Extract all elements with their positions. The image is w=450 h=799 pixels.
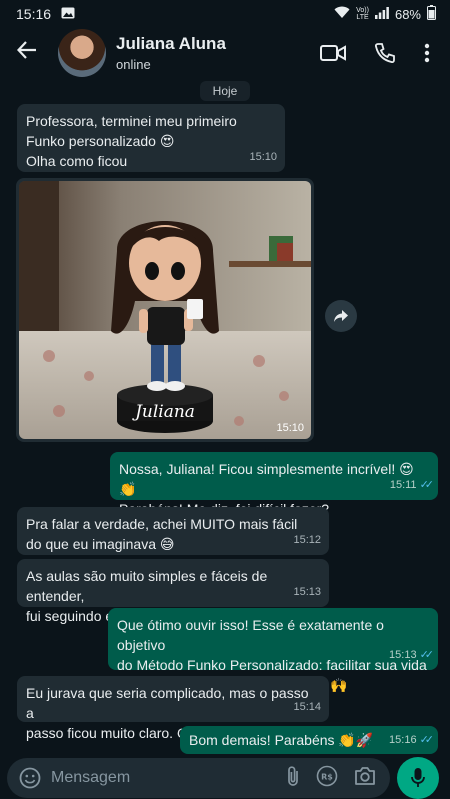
message-input[interactable] <box>51 769 251 787</box>
share-icon[interactable] <box>325 300 357 332</box>
network-top-label: Vo)) <box>356 7 369 14</box>
image-message[interactable]: Juliana 15:10 <box>16 178 314 442</box>
more-vert-icon[interactable] <box>424 43 430 63</box>
wifi-icon <box>334 6 350 22</box>
read-receipt-icon: ✓✓ <box>419 734 435 746</box>
message-line: Pra falar a verdade, achei MUITO mais fá… <box>26 516 298 532</box>
message-line: Olha como ficou <box>26 153 128 169</box>
signal-icon <box>374 6 389 22</box>
message-bubble[interactable]: Bom demais! Parabéns 👏🚀 15:16 ✓✓ <box>180 726 438 754</box>
message-input-pill: R$ <box>7 758 390 798</box>
attach-icon[interactable] <box>286 765 300 792</box>
network-type: Vo)) LTE <box>356 7 369 21</box>
camera-icon[interactable] <box>354 766 376 791</box>
read-receipt-icon: ✓✓ <box>419 479 435 491</box>
message-time: 15:12 <box>293 534 321 546</box>
message-time: 15:13 <box>293 586 321 598</box>
battery-percent: 68% <box>394 6 421 22</box>
emoji-icon[interactable] <box>11 767 49 789</box>
message-bubble[interactable]: As aulas são muito simples e fáceis de e… <box>17 559 329 624</box>
message-line: do Método Funko Personalizado: facilitar… <box>117 657 427 673</box>
message-line: Professora, terminei meu primeiro <box>26 113 237 129</box>
avatar[interactable] <box>58 29 106 77</box>
message-line: Eu jurava que seria complicado, mas o pa… <box>26 685 309 721</box>
read-receipt-icon: ✓✓ <box>419 649 435 661</box>
message-time: 15:10 <box>249 151 277 163</box>
message-line: Nossa, Juliana! Ficou simplesmente incrí… <box>119 461 414 497</box>
chat-header: Juliana Aluna online <box>0 28 450 78</box>
contact-name: Juliana Aluna <box>116 34 226 53</box>
message-time: 15:11 <box>389 479 417 491</box>
network-bottom-label: LTE <box>356 14 369 21</box>
image-icon <box>61 6 75 22</box>
message-bubble[interactable]: Pra falar a verdade, achei MUITO mais fá… <box>17 507 329 555</box>
message-bubble[interactable]: Professora, terminei meu primeiro Funko … <box>17 104 285 172</box>
message-line: Funko personalizado 😍 <box>26 133 175 149</box>
svg-text:R$: R$ <box>321 772 333 781</box>
payment-icon[interactable]: R$ <box>316 765 338 792</box>
mic-icon[interactable] <box>397 757 439 799</box>
video-call-icon[interactable] <box>320 44 346 62</box>
message-bubble[interactable]: Nossa, Juliana! Ficou simplesmente incrí… <box>110 452 438 517</box>
battery-icon <box>427 5 436 23</box>
message-time: 15:13 <box>389 649 417 661</box>
composer: R$ <box>0 754 450 799</box>
message-time: 15:10 <box>276 422 304 434</box>
message-line: do que eu imaginava 😅 <box>26 536 175 552</box>
message-time: 15:14 <box>293 701 321 713</box>
message-line: Que ótimo ouvir isso! Esse é exatamente … <box>117 617 384 653</box>
message-bubble[interactable]: Eu jurava que seria complicado, mas o pa… <box>17 676 329 741</box>
message-bubble[interactable]: Que ótimo ouvir isso! Esse é exatamente … <box>108 608 438 693</box>
back-arrow-icon[interactable] <box>0 39 44 68</box>
message-time: 15:16 <box>389 734 417 746</box>
chat-area[interactable]: Hoje Professora, terminei meu primeiro F… <box>0 78 450 754</box>
contact-presence: online <box>116 57 151 72</box>
funko-photo[interactable]: Juliana <box>19 181 311 439</box>
phone-icon[interactable] <box>374 42 396 64</box>
contact-info[interactable]: Juliana Aluna online <box>116 34 226 72</box>
funko-base-label: Juliana <box>132 402 195 422</box>
message-line: As aulas são muito simples e fáceis de e… <box>26 568 268 604</box>
date-chip: Hoje <box>200 81 250 101</box>
status-time: 15:16 <box>16 6 52 22</box>
status-bar: 15:16 Vo)) LTE 68% <box>0 0 450 28</box>
